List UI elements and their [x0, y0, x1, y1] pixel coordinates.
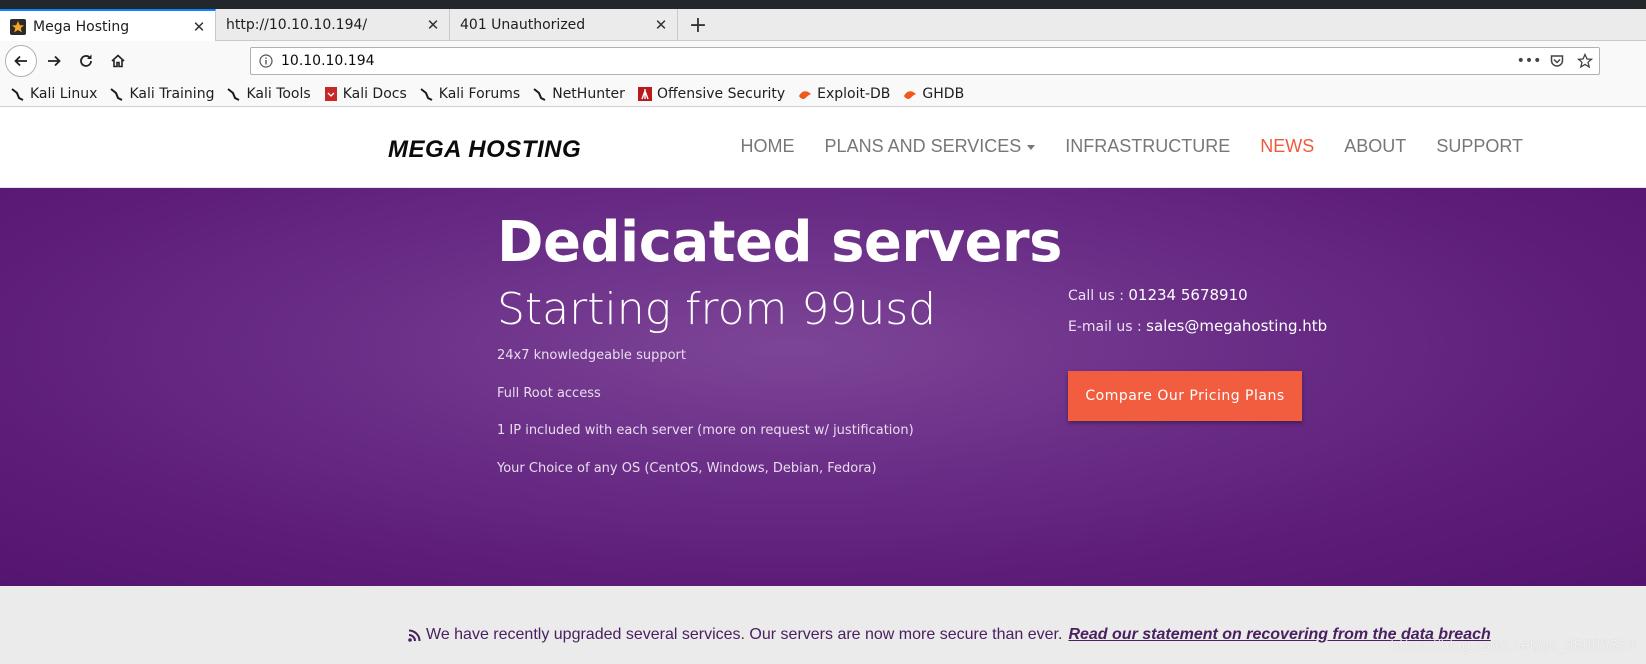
bookmark-kali-docs[interactable]: Kali Docs — [323, 86, 407, 102]
bookmark-label: Kali Forums — [438, 85, 521, 102]
email-label: E-mail us : — [1068, 319, 1147, 335]
ghdb-icon — [902, 86, 918, 102]
notice-text: We have recently upgraded several servic… — [426, 626, 1063, 643]
tab-title: 401 Unauthorized — [460, 17, 586, 33]
tab-10-10-10-194[interactable]: http://10.10.10.194/ ✕ — [216, 9, 450, 41]
phone-number: 01234 5678910 — [1128, 286, 1248, 304]
reload-icon — [80, 54, 92, 67]
back-arrow-icon — [14, 55, 27, 67]
kali-dragon-icon — [10, 86, 26, 102]
nav-home[interactable]: HOME — [741, 136, 795, 157]
kali-dragon-icon — [532, 86, 548, 102]
kali-dragon-icon — [226, 86, 242, 102]
kali-dragon-icon — [109, 86, 125, 102]
nav-plans-and-services[interactable]: PLANS AND SERVICES — [825, 136, 1036, 157]
feature-item: 24x7 knowledgeable support — [497, 348, 686, 363]
bookmark-kali-training[interactable]: Kali Training — [109, 86, 214, 102]
home-button[interactable] — [102, 45, 134, 77]
kali-docs-icon — [323, 86, 339, 102]
web-page: MEGA HOSTING HOME PLANS AND SERVICES INF… — [0, 108, 1646, 664]
page-actions-icon[interactable]: ••• — [1515, 53, 1543, 69]
bookmarks-toolbar: Kali Linux Kali Training Kali Tools Kali… — [0, 81, 1646, 107]
rss-icon — [408, 629, 421, 642]
bookmark-label: Kali Docs — [342, 85, 407, 102]
info-icon[interactable] — [251, 54, 281, 68]
tab-strip: Mega Hosting ✕ http://10.10.10.194/ ✕ 40… — [0, 9, 1646, 42]
email-address[interactable]: sales@megahosting.htb — [1146, 317, 1327, 335]
bookmark-kali-linux[interactable]: Kali Linux — [10, 86, 97, 102]
nav-news[interactable]: NEWS — [1260, 136, 1314, 157]
bookmark-kali-forums[interactable]: Kali Forums — [419, 86, 520, 102]
bookmark-kali-tools[interactable]: Kali Tools — [226, 85, 311, 102]
url-text[interactable]: 10.10.10.194 — [281, 53, 1515, 69]
hero-title: Dedicated servers — [497, 210, 1062, 275]
feature-item: Full Root access — [497, 385, 601, 401]
feature-item: 1 IP included with each server (more on … — [497, 423, 914, 438]
hero-banner: Dedicated servers Starting from 99usd 24… — [0, 188, 1646, 586]
feature-item: Your Choice of any OS (CentOS, Windows, … — [497, 460, 877, 476]
exploit-db-icon — [797, 86, 813, 102]
forward-arrow-icon — [48, 55, 61, 67]
star-favicon-icon — [10, 18, 26, 35]
bookmark-nethunter[interactable]: NetHunter — [532, 86, 625, 102]
hero-subtitle: Starting from 99usd — [497, 284, 937, 335]
main-nav: HOME PLANS AND SERVICES INFRASTRUCTURE N… — [711, 136, 1523, 157]
nav-infrastructure[interactable]: INFRASTRUCTURE — [1065, 136, 1230, 157]
tab-401-unauthorized[interactable]: 401 Unauthorized ✕ — [450, 9, 678, 41]
kali-dragon-icon — [419, 86, 435, 102]
tab-title: http://10.10.10.194/ — [226, 17, 368, 33]
address-bar[interactable]: 10.10.10.194 ••• — [250, 47, 1600, 75]
os-top-bar — [0, 0, 1646, 9]
site-logo[interactable]: MEGA HOSTING — [388, 136, 581, 164]
call-label: Call us : — [1068, 288, 1129, 304]
phone-line: Call us : 01234 5678910 — [1068, 286, 1327, 317]
bookmark-label: GHDB — [922, 85, 965, 102]
nav-label: PLANS AND SERVICES — [824, 136, 1022, 156]
new-tab-button[interactable]: + — [684, 9, 712, 41]
close-tab-icon[interactable]: ✕ — [191, 18, 207, 36]
bookmark-ghdb[interactable]: GHDB — [902, 86, 964, 102]
email-line: E-mail us : sales@megahosting.htb — [1068, 317, 1327, 348]
bookmark-offensive-security[interactable]: Offensive Security — [637, 86, 785, 102]
bookmark-label: Offensive Security — [656, 85, 786, 102]
bookmark-label: Kali Linux — [30, 85, 98, 102]
feature-list: 24x7 knowledgeable support Full Root acc… — [497, 348, 914, 498]
bookmark-label: Exploit-DB — [817, 85, 891, 102]
watermark: https://blog.csdn.net/qq_38005854 — [1390, 638, 1636, 654]
pocket-icon[interactable] — [1543, 53, 1571, 69]
navigation-toolbar: 10.10.10.194 ••• — [0, 41, 1646, 81]
tab-mega-hosting[interactable]: Mega Hosting ✕ — [0, 9, 216, 42]
bookmark-star-icon[interactable] — [1571, 53, 1599, 69]
home-icon — [111, 54, 125, 68]
reload-button[interactable] — [70, 45, 102, 77]
nav-support[interactable]: SUPPORT — [1436, 136, 1523, 157]
compare-pricing-plans-button[interactable]: Compare Our Pricing Plans — [1068, 371, 1302, 421]
close-tab-icon[interactable]: ✕ — [425, 16, 441, 34]
breach-notice: We have recently upgraded several servic… — [408, 626, 1491, 644]
tab-title: Mega Hosting — [33, 18, 130, 35]
back-button[interactable] — [5, 45, 37, 77]
close-tab-icon[interactable]: ✕ — [653, 16, 669, 34]
offsec-icon — [637, 86, 653, 102]
forward-button[interactable] — [38, 45, 70, 77]
bookmark-label: Kali Training — [129, 85, 215, 102]
bookmark-exploit-db[interactable]: Exploit-DB — [797, 86, 890, 102]
caret-down-icon — [1027, 144, 1036, 150]
site-header: MEGA HOSTING HOME PLANS AND SERVICES INF… — [0, 108, 1646, 188]
bookmark-label: Kali Tools — [246, 85, 311, 102]
contact-info: Call us : 01234 5678910 E-mail us : sale… — [1068, 286, 1327, 348]
bookmark-label: NetHunter — [552, 85, 625, 102]
nav-about[interactable]: ABOUT — [1344, 136, 1406, 157]
